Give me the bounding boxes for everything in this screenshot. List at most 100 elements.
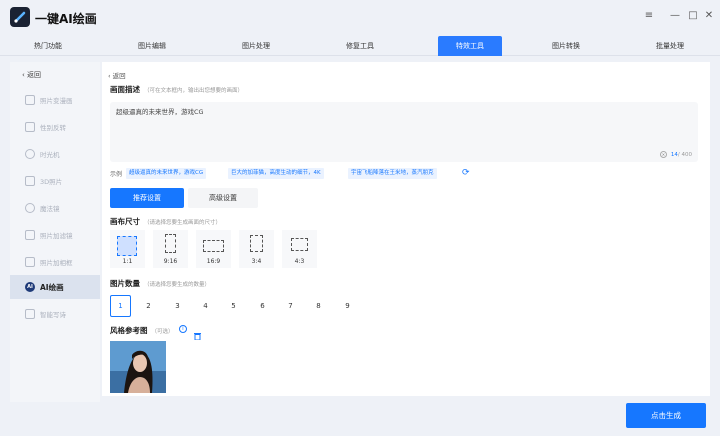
prompt-hint: （可在文本框内，输出出您想要的画面） (144, 88, 244, 94)
sidebar-item-label: 照片加相框 (40, 259, 73, 267)
example-chip[interactable]: 宇宙飞船降落在王米地，蒸汽朋克 (348, 168, 437, 179)
sidebar-back-link[interactable]: ‹ 返回 (22, 70, 41, 80)
frame-icon (25, 257, 35, 267)
sidebar-item-poem[interactable]: 智能写诗 (10, 302, 100, 326)
sidebar-back-label: 返回 (27, 71, 42, 79)
count-option-5[interactable]: 5 (223, 295, 244, 317)
count-option-3[interactable]: 3 (167, 295, 188, 317)
canvas-size-hint: （请选择您要生成画面的尺寸） (144, 220, 222, 226)
tab-repair-tools[interactable]: 修复工具 (328, 36, 392, 56)
filter-icon (25, 230, 35, 240)
gender-icon (25, 122, 35, 132)
example-chip[interactable]: 巨大的加菲猫，高度生动的细节，4K (228, 168, 324, 179)
image-count-label: 图片数量 (110, 279, 140, 288)
sidebar-item-label: 3D照片 (40, 178, 63, 186)
delete-icon[interactable] (194, 325, 201, 341)
prompt-section: 画面描述 （可在文本框内，输出出您想要的画面） (110, 84, 243, 95)
style-reference-hint: （可选） (151, 329, 174, 335)
sidebar-item-label: 魔法镜 (40, 205, 60, 213)
image-count-section: 图片数量 （请选择您要生成的数量） (110, 278, 210, 289)
recommended-settings-tab[interactable]: 推荐设置 (110, 188, 184, 208)
tab-image-convert[interactable]: 图片转换 (534, 36, 598, 56)
examples-label: 示例 (110, 171, 123, 178)
sidebar-item-gender[interactable]: 性别反转 (10, 115, 100, 139)
menu-icon[interactable]: ≡ (642, 10, 656, 21)
ratio-1-1-option[interactable]: 1:1 (110, 230, 145, 268)
tab-image-process[interactable]: 图片处理 (224, 36, 288, 56)
style-reference-image[interactable] (110, 341, 166, 393)
ratio-shape-icon (250, 235, 263, 252)
style-reference-label: 风格参考图 (110, 326, 148, 335)
count-option-8[interactable]: 8 (308, 295, 329, 317)
app-logo-icon (10, 7, 30, 27)
cube-icon (25, 176, 35, 186)
ratio-label: 4:3 (294, 258, 305, 265)
ratio-label: 16:9 (206, 258, 221, 265)
ratio-shape-icon (117, 236, 137, 256)
main-back-label: 返回 (112, 72, 126, 80)
advanced-settings-tab[interactable]: 高级设置 (188, 188, 258, 208)
main-back-link[interactable]: ‹ 返回 (108, 70, 126, 80)
ratio-shape-icon (165, 234, 176, 253)
sidebar-item-label: 照片加滤镜 (40, 232, 73, 240)
sidebar-item-label: 照片变漫画 (40, 97, 73, 105)
tab-bar: 热门功能 图片编辑 图片处理 修复工具 特效工具 图片转换 批量处理 (0, 36, 720, 56)
char-max: / 400 (677, 151, 692, 158)
style-reference-section: 风格参考图 （可选） (110, 325, 174, 336)
ratio-shape-icon (203, 240, 224, 252)
count-option-2[interactable]: 2 (138, 295, 159, 317)
app-title: 一键AI绘画 (35, 12, 97, 26)
ratio-9-16-option[interactable]: 9:16 (153, 230, 188, 268)
ratio-label: 3:4 (251, 258, 262, 265)
title-bar: 一键AI绘画 ≡ — □ ✕ (0, 0, 720, 36)
ratio-shape-icon (291, 238, 308, 251)
sidebar-item-cartoon[interactable]: 照片变漫画 (10, 88, 100, 112)
image-count-hint: （请选择您要生成的数量） (144, 282, 211, 288)
close-icon[interactable]: ✕ (702, 10, 716, 21)
sidebar-item-frame[interactable]: 照片加相框 (10, 250, 100, 274)
sidebar-item-label: 性别反转 (40, 124, 66, 132)
sidebar-item-label: AI绘画 (40, 282, 64, 292)
info-icon[interactable]: i (179, 325, 187, 333)
canvas-size-section: 画布尺寸 （请选择您要生成画面的尺寸） (110, 216, 221, 227)
refresh-icon[interactable]: ⟳ (462, 168, 470, 179)
ai-icon: AI (25, 282, 35, 292)
poem-icon (25, 309, 35, 319)
ratio-4-3-option[interactable]: 4:3 (282, 230, 317, 268)
count-option-1[interactable]: 1 (110, 295, 131, 317)
tab-effect-tools[interactable]: 特效工具 (438, 36, 502, 56)
maximize-icon[interactable]: □ (686, 10, 700, 21)
sidebar-item-label: 智能写诗 (40, 311, 66, 319)
sidebar-item-ai-painting[interactable]: AI AI绘画 (10, 275, 100, 299)
main-panel: ‹ 返回 画面描述 （可在文本框内，输出出您想要的画面） 超级逼真的未来世界，游戏… (102, 62, 710, 396)
ratio-16-9-option[interactable]: 16:9 (196, 230, 231, 268)
count-option-9[interactable]: 9 (337, 295, 358, 317)
clear-icon[interactable]: ✕ (659, 151, 667, 158)
count-option-6[interactable]: 6 (252, 295, 273, 317)
clock-icon (25, 149, 35, 159)
tab-batch[interactable]: 批量处理 (638, 36, 702, 56)
tab-image-edit[interactable]: 图片编辑 (120, 36, 184, 56)
ratio-label: 1:1 (122, 258, 133, 265)
example-chip[interactable]: 超级逼真的未来世界，游戏CG (126, 168, 207, 179)
sidebar: ‹ 返回 照片变漫画 性别反转 时光机 3D照片 魔法镜 照片加滤镜 照片加相框… (10, 62, 100, 402)
sidebar-item-label: 时光机 (40, 151, 60, 159)
sidebar-item-3d[interactable]: 3D照片 (10, 169, 100, 193)
sidebar-item-mirror[interactable]: 魔法镜 (10, 196, 100, 220)
prompt-label: 画面描述 (110, 85, 140, 94)
count-option-4[interactable]: 4 (195, 295, 216, 317)
sidebar-item-time-machine[interactable]: 时光机 (10, 142, 100, 166)
char-count: 14 (670, 151, 678, 158)
char-counter: ✕ 14 / 400 (659, 151, 692, 158)
prompt-textarea[interactable]: 超级逼真的未来世界，游戏CG ✕ 14 / 400 (110, 102, 698, 162)
ratio-3-4-option[interactable]: 3:4 (239, 230, 274, 268)
canvas-size-label: 画布尺寸 (110, 217, 140, 226)
minimize-icon[interactable]: — (668, 10, 682, 21)
mirror-icon (25, 203, 35, 213)
generate-button[interactable]: 点击生成 (626, 403, 706, 428)
sidebar-item-filter[interactable]: 照片加滤镜 (10, 223, 100, 247)
count-option-7[interactable]: 7 (280, 295, 301, 317)
bottom-bar (102, 396, 710, 436)
ratio-label: 9:16 (163, 258, 178, 265)
tab-hot[interactable]: 热门功能 (16, 36, 80, 56)
